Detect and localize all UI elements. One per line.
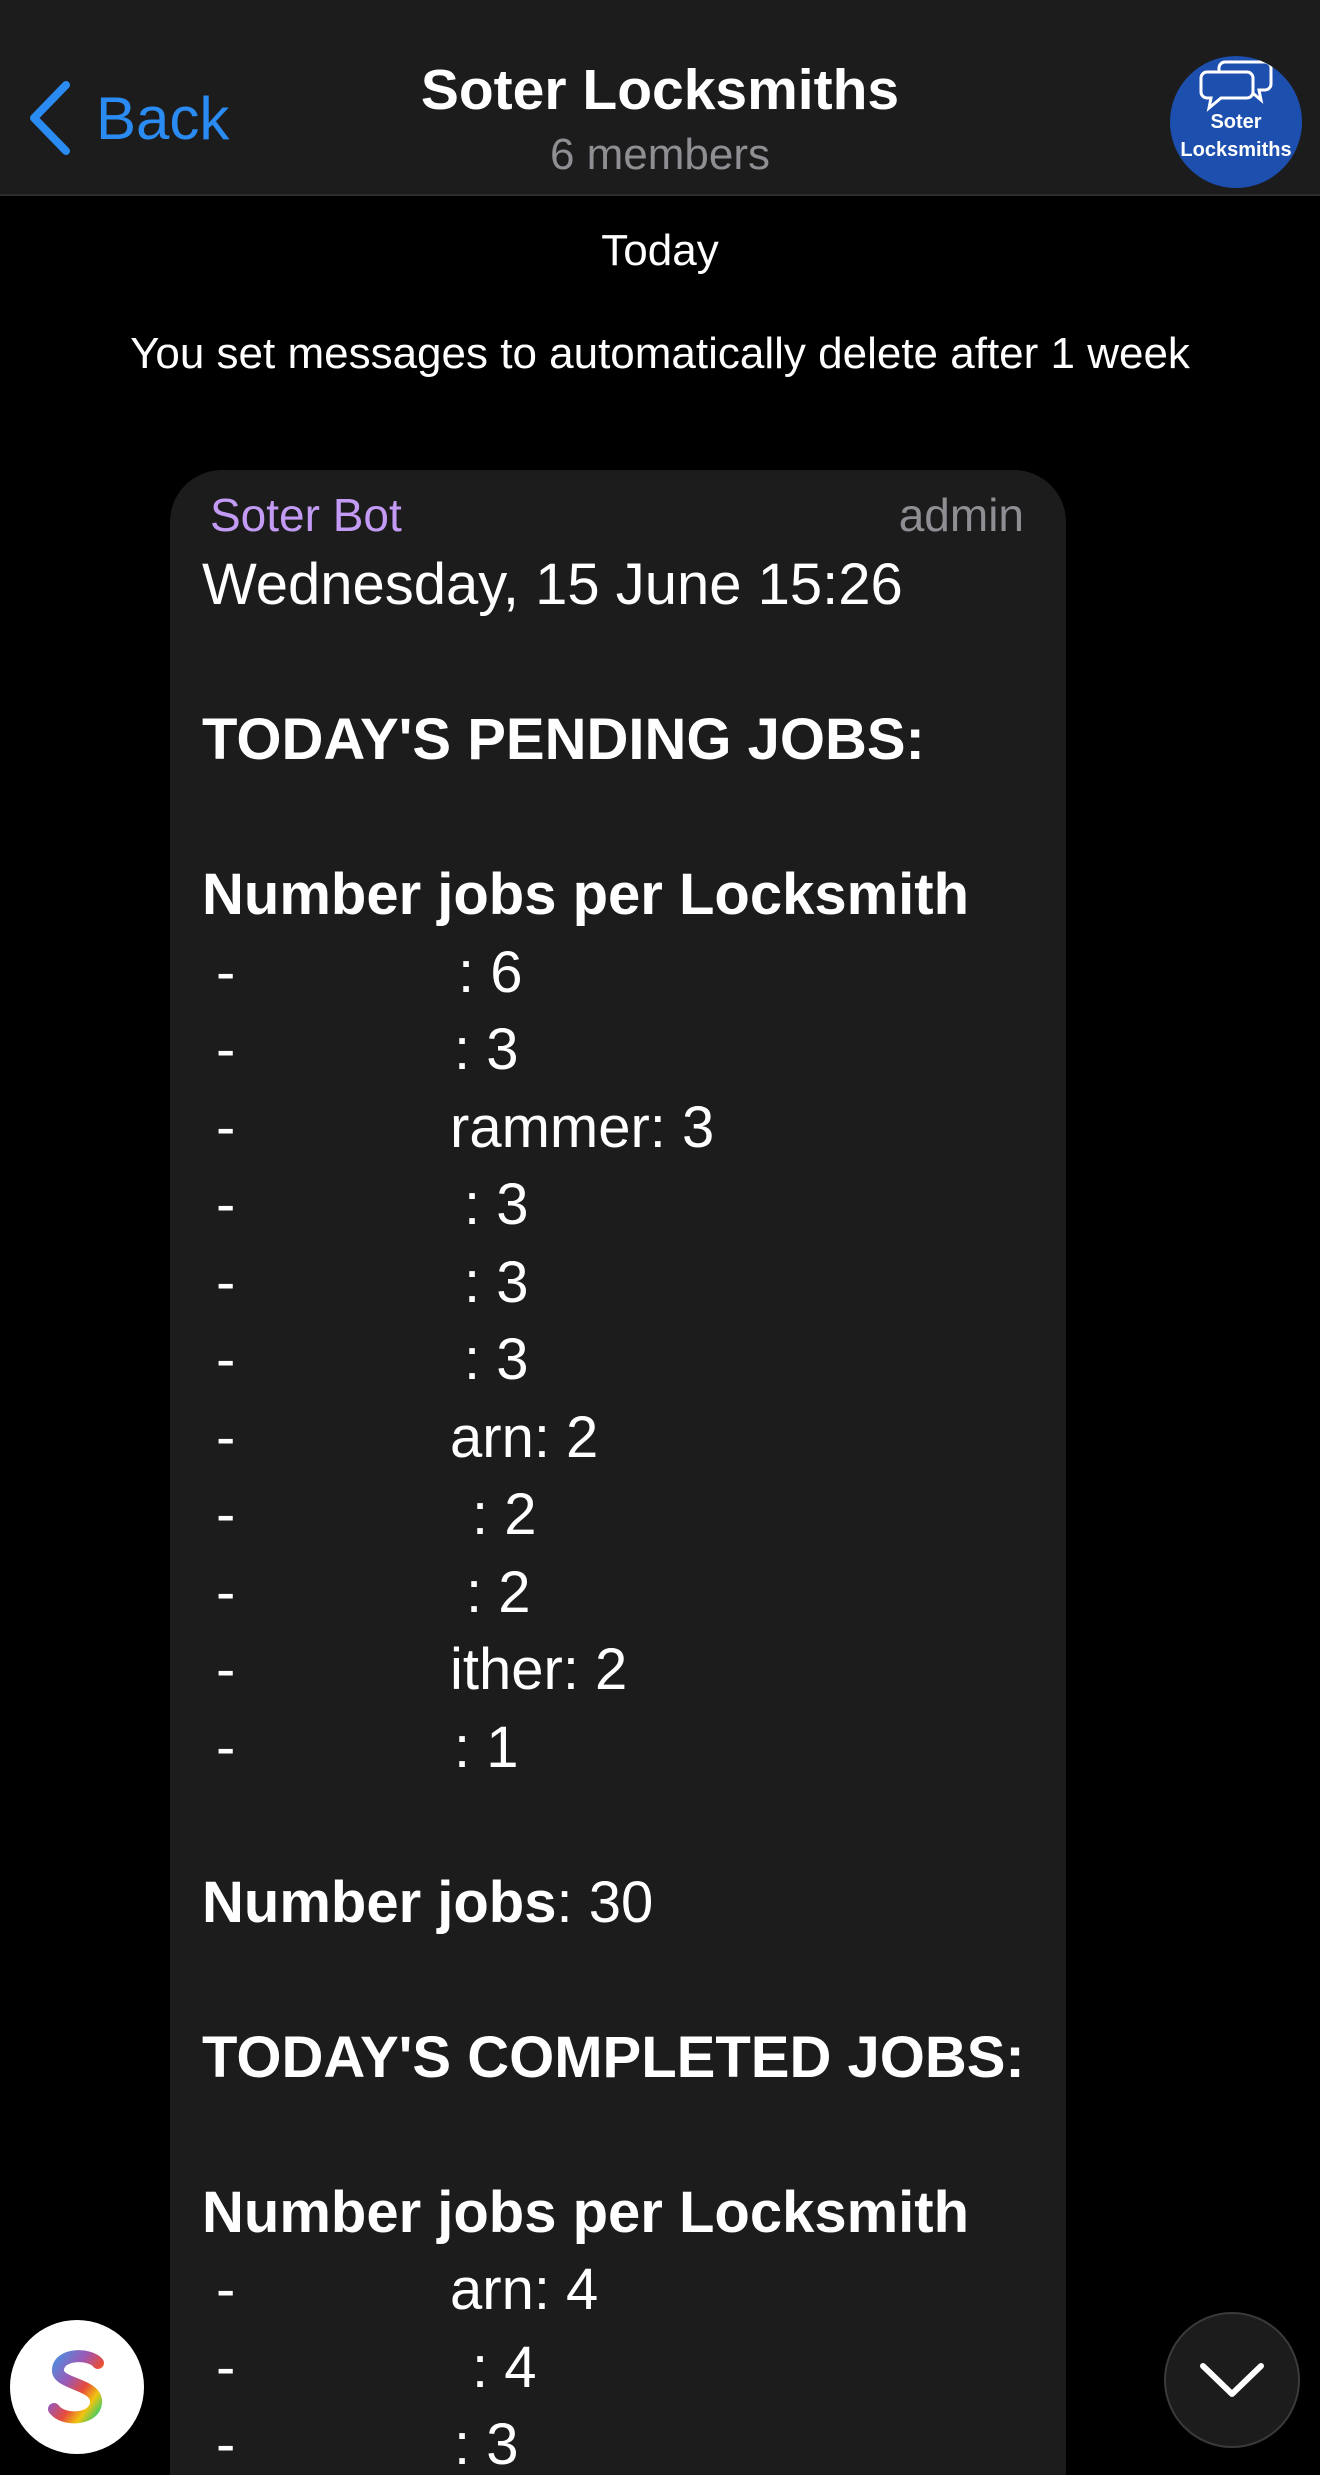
chat-bubbles-icon (1199, 60, 1273, 112)
list-item-value: arn: 2 (450, 1404, 599, 1470)
list-item-value: : 2 (466, 1559, 531, 1625)
admin-badge: admin (898, 489, 1024, 541)
completed-heading: TODAY'S COMPLETED JOBS: (202, 2024, 1025, 2090)
list-item-value: : 3 (464, 1327, 529, 1392)
list-item: - : 6 (202, 934, 1042, 1012)
avatar-text: Soter Locksmiths (1180, 108, 1291, 164)
list-dash: - (216, 1327, 236, 1392)
message-bubble[interactable]: Soter Bot admin Wednesday, 15 June 15:26… (170, 470, 1066, 2475)
list-dash: - (216, 2334, 236, 2400)
list-dash: - (216, 1637, 236, 1702)
list-item: - : 3 (202, 2406, 1042, 2475)
chevron-down-icon (1200, 2363, 1264, 2397)
list-item-value: : 6 (458, 939, 523, 1005)
list-dash: - (216, 1017, 236, 1082)
group-avatar[interactable]: Soter Locksmiths (1170, 56, 1302, 188)
pending-heading: TODAY'S PENDING JOBS: (202, 707, 925, 772)
list-item-value: ither: 2 (450, 1637, 628, 1702)
per-locksmith-heading: Number jobs per Locksmith (202, 862, 970, 927)
pending-list: - : 6 - : 3 - rammer: 3 - : 3 - : 3 - : 3 - arn: 2 - : … (202, 934, 1042, 1787)
service-message: You set messages to automatically delete… (130, 329, 1190, 378)
list-dash: - (216, 1249, 236, 1315)
chat-title: Soter Locksmiths (420, 58, 900, 122)
list-dash: - (216, 1482, 236, 1547)
completed-per-locksmith-heading: Number jobs per Locksmith (202, 2179, 970, 2245)
chat-header: Back Soter Locksmiths 6 members Soter Lo… (0, 0, 1320, 196)
list-item: - : 2 (202, 1476, 1042, 1554)
message-datetime: Wednesday, 15 June 15:26 (202, 552, 903, 617)
total-jobs-line: Number jobs: 30 (202, 1864, 1042, 1942)
total-jobs-value: : 30 (556, 1869, 654, 1935)
list-item: - rammer: 3 (202, 1089, 1042, 1167)
avatar-text-line2: Locksmiths (1180, 139, 1292, 161)
list-item: - arn: 4 (202, 2251, 1042, 2329)
completed-list: - arn: 4 - : 4 - : 3 (202, 2251, 1042, 2475)
list-item-value: : 3 (464, 1249, 529, 1315)
list-dash: - (216, 2412, 236, 2475)
app-shortcut-button[interactable] (10, 2320, 144, 2454)
list-item: - : 3 (202, 1244, 1042, 1322)
list-item: - ither: 2 (202, 1631, 1042, 1709)
scroll-down-button[interactable] (1164, 2312, 1300, 2448)
sender-name[interactable]: Soter Bot (210, 488, 402, 542)
message-text: Wednesday, 15 June 15:26 TODAY'S PENDING… (202, 546, 1042, 2475)
member-count: 6 members (549, 130, 771, 179)
chat-title-area[interactable]: Soter Locksmiths 6 members (0, 52, 1320, 182)
avatar-text-line1: Soter (1210, 111, 1262, 133)
list-dash: - (216, 2257, 236, 2322)
list-item-value: : 4 (472, 2334, 537, 2400)
list-item-value: : 3 (454, 1017, 519, 1082)
list-dash: - (216, 939, 236, 1005)
total-jobs-label: Number jobs (202, 1869, 557, 1935)
list-item-value: rammer: 3 (450, 1094, 715, 1160)
list-item: - : 3 (202, 1011, 1042, 1089)
date-separator: Today (601, 226, 719, 275)
list-dash: - (216, 1559, 236, 1625)
list-item: - : 3 (202, 1166, 1042, 1244)
s-logo-icon (48, 2350, 104, 2424)
list-item: - : 1 (202, 1709, 1042, 1787)
list-dash: - (216, 1094, 236, 1160)
list-item-value: : 3 (464, 1172, 529, 1237)
list-item-value: arn: 4 (450, 2257, 599, 2322)
list-item-value: : 2 (472, 1482, 537, 1547)
list-dash: - (216, 1404, 236, 1470)
list-item: - : 4 (202, 2329, 1042, 2407)
list-item: - : 3 (202, 1321, 1042, 1399)
list-dash: - (216, 1172, 236, 1237)
list-item: - arn: 2 (202, 1399, 1042, 1477)
list-item: - : 2 (202, 1554, 1042, 1632)
list-item-value: : 3 (454, 2412, 519, 2475)
list-dash: - (216, 1714, 236, 1780)
list-item-value: : 1 (454, 1714, 519, 1780)
